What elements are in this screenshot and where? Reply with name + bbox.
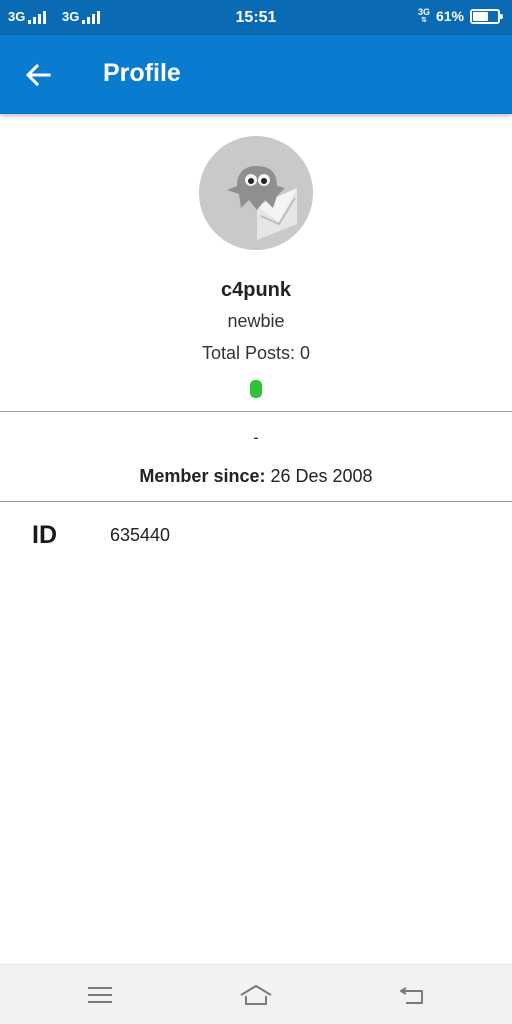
user-bio: - [253,428,259,447]
divider [0,411,512,412]
battery-icon [470,8,503,24]
id-value: 635440 [110,525,171,545]
back-button[interactable] [18,55,58,95]
back-icon [400,987,423,1004]
battery-fill [473,11,488,21]
id-label: ID [32,521,57,549]
right-status-group: 3G ⇅ 61% [417,7,503,25]
battery-percent: 61% [435,8,464,24]
profile-screen: 3G 3G 15:51 3G ⇅ 61% Profile c4punk newb… [0,0,512,1024]
app-bar: Profile [0,35,512,114]
online-status-indicator [250,380,262,398]
member-since-value: 26 Des 2008 [270,466,373,486]
status-bar: 3G 3G 15:51 3G ⇅ 61% [0,0,512,35]
back-nav-button[interactable] [392,979,432,1011]
system-nav-bar [0,964,512,1024]
page-title: Profile [103,59,181,87]
member-since: Member since: 26 Des 2008 [0,466,512,487]
user-rank: newbie [227,311,285,331]
arrow-left-icon [25,63,51,87]
home-button[interactable] [236,979,276,1011]
member-since-label: Member since: [139,466,266,486]
ghost-in-box-avatar-icon [199,136,313,250]
avatar[interactable] [199,136,313,250]
divider [0,501,512,502]
mobile-data-icon: 3G ⇅ [417,7,430,25]
home-icon [240,985,272,1005]
menu-button[interactable] [80,979,120,1011]
username: c4punk [220,279,292,301]
mobile-data-label: 3G [417,7,430,17]
menu-icon [88,987,112,1003]
total-posts: Total Posts: 0 [201,343,311,363]
